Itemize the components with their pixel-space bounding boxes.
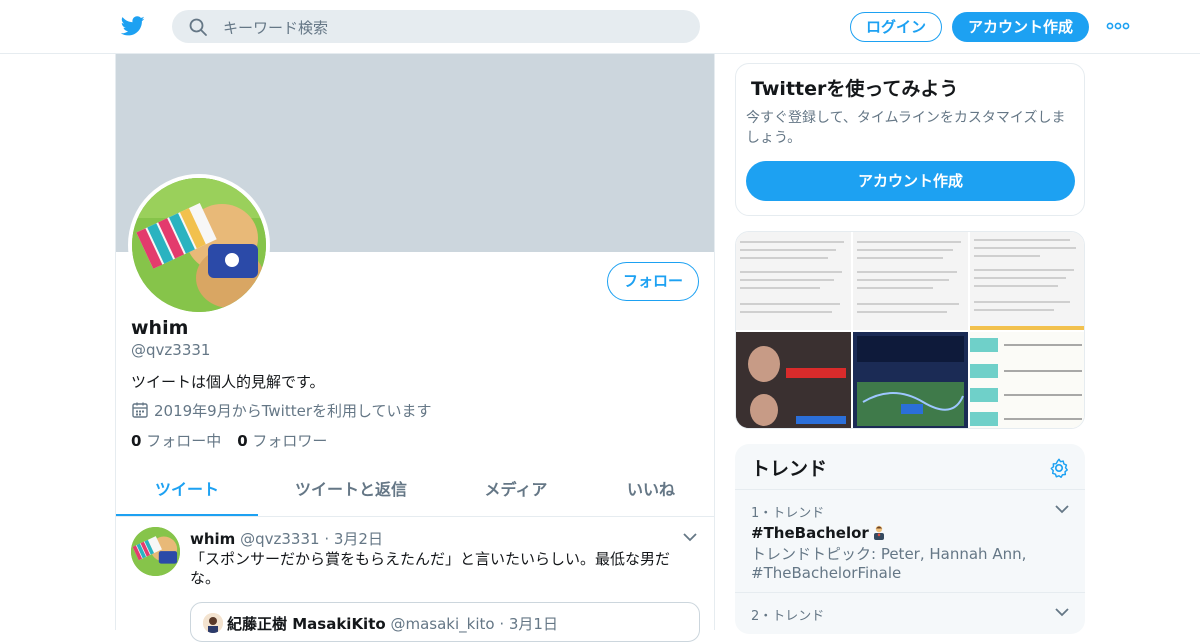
media-thumbnail[interactable] [736, 332, 851, 428]
tweet-item[interactable]: whim @qvz3331 · 3月2日 「スポンサーだから賞をもらえたんだ」と… [116, 517, 714, 642]
trend-description: トレンドトピック: Peter, Hannah Ann, #TheBachelo… [751, 545, 1027, 582]
follow-button[interactable]: フォロー [607, 262, 699, 301]
join-date-text: 2019年9月からTwitterを利用しています [154, 402, 432, 420]
bachelor-emoji-icon [871, 524, 887, 540]
trends-title: トレンド [751, 458, 828, 480]
following-label: フォロー中 [141, 432, 222, 450]
signup-card-subtitle: 今すぐ登録して、タイムラインをカスタマイズしましょう。 [746, 110, 1066, 146]
search-placeholder: キーワード検索 [223, 19, 329, 37]
tweet-text: 「スポンサーだから賞をもらえたんだ」と言いたいらしい。最低な男だな。 [190, 550, 671, 587]
trend-meta: 2・トレンド [751, 609, 825, 624]
profile-bio: ツイートは個人的見解です。 [131, 373, 325, 391]
media-thumbnail[interactable] [853, 232, 968, 330]
media-thumbnail[interactable] [970, 232, 1084, 330]
trends-divider [735, 489, 1085, 490]
more-options-icon[interactable] [1106, 18, 1130, 34]
quoted-tweet-header: 紀藤正樹 MasakiKito @masaki_kito · 3月1日 [227, 613, 558, 634]
signup-button[interactable]: アカウント作成 [952, 12, 1089, 42]
profile-avatar[interactable] [128, 174, 270, 316]
tweet-author-name[interactable]: whim [190, 530, 235, 548]
quoted-tweet-avatar [203, 613, 223, 633]
twitter-bird-logo-icon[interactable] [120, 14, 146, 38]
chevron-down-icon[interactable] [1055, 504, 1069, 514]
gear-icon[interactable] [1048, 457, 1070, 479]
followers-label: フォロワー [247, 432, 328, 450]
signup-card-button[interactable]: アカウント作成 [746, 161, 1075, 201]
profile-stats: 0 フォロー中 0 フォロワー [131, 430, 327, 451]
signup-card: Twitterを使ってみよう 今すぐ登録して、タイムラインをカスタマイズしましょ… [735, 63, 1085, 216]
following-count: 0 [131, 432, 142, 450]
tweet-avatar-photo [131, 527, 180, 576]
tweet-author-handle: @qvz3331 [240, 530, 320, 548]
trend-item[interactable]: 2・トレンド [751, 605, 1071, 624]
trend-meta: 1・トレンド [751, 506, 825, 521]
trends-panel: トレンド 1・トレンド #TheBachelor トレンドトピック: Peter… [735, 444, 1085, 634]
quoted-tweet-date: · 3月1日 [499, 615, 558, 633]
trends-divider [735, 592, 1085, 593]
media-thumbnail[interactable] [853, 332, 968, 428]
chevron-down-icon[interactable] [682, 531, 698, 543]
following-link[interactable]: 0 フォロー中 [131, 432, 221, 450]
tab-media[interactable]: メディア [446, 466, 586, 516]
chevron-down-icon[interactable] [1055, 607, 1069, 617]
tab-tweets[interactable]: ツイート [116, 466, 258, 516]
profile-column: フォロー whim @qvz3331 ツイートは個人的見解です。 2019年9月… [115, 54, 715, 642]
search-icon [189, 18, 207, 36]
profile-join-date: 2019年9月からTwitterを利用しています [131, 400, 432, 421]
profile-name: whim [131, 317, 189, 339]
tweet-date[interactable]: · 3月2日 [324, 530, 383, 548]
followers-count: 0 [237, 432, 248, 450]
quoted-author-name: 紀藤正樹 MasakiKito [227, 615, 386, 633]
media-thumbnail[interactable] [970, 332, 1084, 428]
media-thumbnail[interactable] [736, 232, 851, 330]
trend-item[interactable]: 1・トレンド #TheBachelor トレンドトピック: Peter, Han… [751, 502, 1071, 583]
search-input[interactable]: キーワード検索 [172, 10, 700, 43]
followers-link[interactable]: 0 フォロワー [237, 432, 327, 450]
profile-handle: @qvz3331 [131, 341, 211, 359]
trend-name-text: #TheBachelor [751, 524, 869, 542]
profile-tabs: ツイート ツイートと返信 メディア いいね [116, 466, 714, 517]
trend-name: #TheBachelor [751, 524, 1071, 542]
tab-tweets-and-replies[interactable]: ツイートと返信 [276, 466, 426, 516]
avatar-photo [132, 178, 266, 312]
login-button[interactable]: ログイン [850, 12, 942, 42]
top-navigation-bar: キーワード検索 ログイン アカウント作成 [0, 0, 1200, 54]
tab-likes[interactable]: いいね [586, 466, 716, 516]
media-thumbnail-grid [735, 231, 1085, 429]
tweet-header: whim @qvz3331 · 3月2日 [190, 528, 383, 549]
quoted-author-handle: @masaki_kito [390, 615, 495, 633]
quoted-tweet[interactable]: 紀藤正樹 MasakiKito @masaki_kito · 3月1日 [190, 602, 700, 642]
calendar-icon [132, 402, 148, 418]
signup-card-title: Twitterを使ってみよう [751, 78, 959, 100]
tweet-avatar[interactable] [131, 527, 180, 576]
